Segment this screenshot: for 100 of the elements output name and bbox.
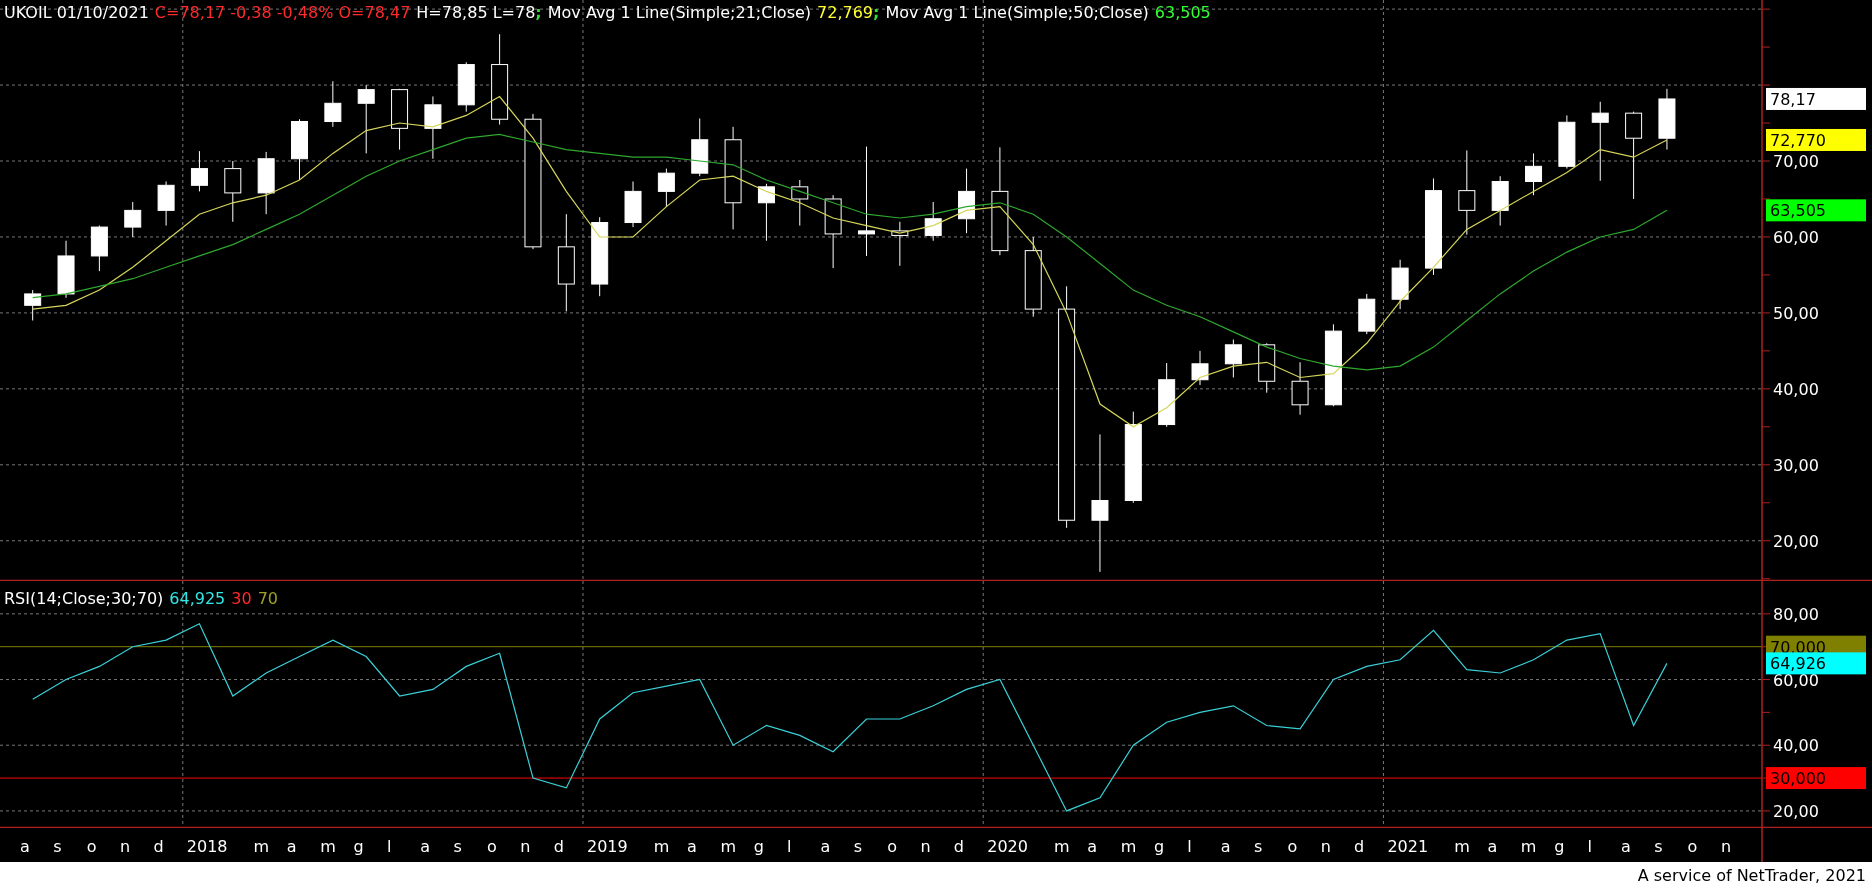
axis-label: 80,00 xyxy=(1773,604,1819,624)
axis-label: l xyxy=(1187,837,1192,856)
axis-label: s xyxy=(453,837,462,856)
legend-text: UKOIL 01/10/2021 xyxy=(4,3,149,22)
axis-label: 40,00 xyxy=(1773,736,1819,756)
axis-label: g xyxy=(1154,837,1165,856)
legend-text: ; xyxy=(873,3,880,22)
value-tag: 72,770 xyxy=(1766,128,1866,151)
axis-label: n xyxy=(1720,837,1732,856)
axis-label: s xyxy=(1254,837,1263,856)
candlestick xyxy=(1391,259,1409,310)
axis-label: m xyxy=(1053,837,1070,856)
axis-label: 50,00 xyxy=(1773,303,1819,323)
axis-label: d xyxy=(953,837,965,856)
axis-label: a xyxy=(1087,837,1098,856)
value-tag: 30,000 xyxy=(1766,767,1866,790)
legend-text: Mov Avg 1 Line(Simple;50;Close) xyxy=(885,3,1149,22)
axis-label: 40,00 xyxy=(1773,379,1819,399)
axis-label: m xyxy=(720,837,736,856)
candlestick xyxy=(791,179,809,227)
candlestick xyxy=(291,118,308,181)
candlestick xyxy=(57,240,75,299)
candlestick xyxy=(924,201,942,242)
axis-label: 2018 xyxy=(186,837,228,856)
candlestick xyxy=(324,80,342,128)
candlestick xyxy=(457,61,475,113)
axis-label: 2019 xyxy=(587,837,628,856)
value-tag: 63,505 xyxy=(1766,199,1866,222)
candlestick xyxy=(90,225,108,272)
footer-text: A service of NetTrader, 2021 xyxy=(1637,865,1866,885)
axis-label: a xyxy=(286,837,297,856)
axis-label: a xyxy=(20,837,30,856)
candlestick xyxy=(424,95,442,160)
axis-label: o xyxy=(887,837,897,856)
axis-label: 70,00 xyxy=(1773,152,1819,171)
axis-label: o xyxy=(1687,837,1698,856)
axis-label: a xyxy=(687,837,697,856)
axis-label: m xyxy=(1454,837,1470,856)
legend-text: 30 xyxy=(231,589,252,608)
candlestick xyxy=(1358,293,1376,335)
axis-label: n xyxy=(1320,837,1331,856)
axis-label: s xyxy=(853,837,863,856)
candlestick xyxy=(224,160,242,223)
legend-text: 70 xyxy=(257,589,278,608)
axis-label: a xyxy=(1487,837,1498,856)
axis-label: a xyxy=(1620,837,1631,856)
candlestick xyxy=(124,201,142,238)
axis-label: 60,00 xyxy=(1773,227,1819,247)
legend-text: 64,925 xyxy=(169,589,226,608)
axis-label: d xyxy=(153,837,164,856)
candlestick xyxy=(1158,362,1176,428)
axis-label: 30,00 xyxy=(1773,455,1819,475)
candlestick xyxy=(691,118,709,177)
legend-text: Mov Avg 1 Line(Simple;21;Close) xyxy=(547,3,812,22)
legend-text: H=78,85 L=78 xyxy=(416,3,536,22)
axis-label: 2021 xyxy=(1387,837,1429,856)
candlestick xyxy=(157,181,175,227)
axis-label: 2020 xyxy=(987,837,1028,856)
ref-line-label: 30,000 xyxy=(1770,769,1826,789)
axis-label: s xyxy=(53,837,62,856)
candlestick xyxy=(1658,88,1676,151)
candlestick xyxy=(24,289,42,321)
axis-label: o xyxy=(486,837,497,856)
axis-label: 20,00 xyxy=(1773,801,1819,821)
axis-label: a xyxy=(1220,837,1231,856)
axis-label: g xyxy=(353,837,364,856)
candlestick xyxy=(1258,342,1276,394)
axis-label: d xyxy=(1354,837,1365,856)
candlestick xyxy=(1291,361,1309,416)
legend-text: 72,769 xyxy=(817,3,874,22)
axis-label: s xyxy=(1654,837,1663,856)
axis-label: o xyxy=(1287,837,1298,856)
axis-label: n xyxy=(120,837,131,856)
axis-label: m xyxy=(253,837,270,856)
candlestick xyxy=(391,88,409,151)
candlestick xyxy=(357,84,375,154)
axis-label: n xyxy=(520,837,531,856)
candlestick xyxy=(958,168,976,234)
axis-label: o xyxy=(86,837,97,856)
candlestick xyxy=(190,150,208,192)
axis-label: m xyxy=(320,837,336,856)
legend-text: C=78,17 -0,38 -0,48% O=78,47 xyxy=(154,3,411,22)
candlestick xyxy=(1525,152,1543,196)
axis-label: 20,00 xyxy=(1773,531,1819,551)
axis-label: l xyxy=(1587,837,1592,856)
candlestick xyxy=(757,183,775,242)
value-tag: 78,17 xyxy=(1766,87,1866,110)
axis-label: a xyxy=(820,837,831,856)
axis-label: m xyxy=(653,837,670,856)
legend-text: ; xyxy=(535,3,542,22)
axis-label: m xyxy=(1520,837,1537,856)
axis-label: l xyxy=(386,837,392,856)
value-tag: 64,926 xyxy=(1766,652,1866,675)
candlestick xyxy=(257,151,275,215)
candlestick xyxy=(1491,175,1509,227)
candlestick xyxy=(891,221,909,267)
candlestick xyxy=(1224,339,1242,378)
axis-label: g xyxy=(1554,837,1565,856)
legend-text: 63,505 xyxy=(1154,3,1211,22)
axis-label: a xyxy=(420,837,431,856)
